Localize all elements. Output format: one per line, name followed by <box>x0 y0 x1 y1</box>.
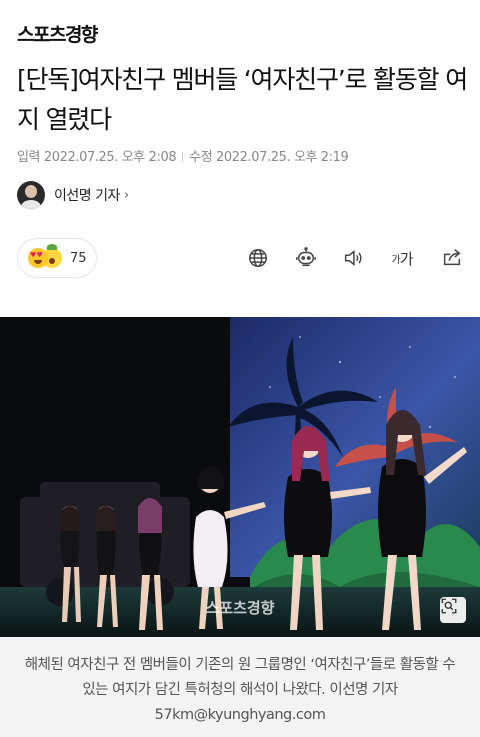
published-date: 입력 2022.07.25. 오후 2:08 <box>17 150 177 165</box>
reporter-name: 이선명 기자 <box>54 188 120 204</box>
globe-icon[interactable] <box>244 244 272 272</box>
article-dates: 입력 2022.07.25. 오후 2:08 수정 2022.07.25. 오후 … <box>17 146 349 165</box>
font-size-icon[interactable]: 가가 <box>387 244 417 272</box>
photo-caption: 해체된 여자친구 전 멤버들이 기존의 원 그룹명인 ‘여자친구’들로 활동할 … <box>0 637 480 737</box>
stage-scene: 스포츠경향 <box>0 317 480 637</box>
font-size-large-label: 가 <box>399 249 414 268</box>
robot-icon[interactable] <box>292 244 320 272</box>
chevron-right-icon: › <box>123 187 130 203</box>
font-size-small-label: 가 <box>391 254 400 266</box>
share-icon[interactable] <box>438 244 466 272</box>
heart-eyes-emoji <box>28 248 48 268</box>
zoom-icon[interactable] <box>440 597 466 623</box>
photo-watermark: 스포츠경향 <box>205 599 274 617</box>
article-title: [단독]여자친구 멤버들 ‘여자친구’로 활동할 여지 열렸다 <box>17 65 468 134</box>
date-divider <box>182 152 184 162</box>
speaker-icon[interactable] <box>339 244 367 272</box>
reporter-avatar <box>17 181 45 209</box>
modified-date: 수정 2022.07.25. 오후 2:19 <box>189 150 349 165</box>
site-logo[interactable]: 스포츠경향 <box>17 20 98 47</box>
reporter-link[interactable]: 이선명 기자 › <box>17 180 129 210</box>
article-photo[interactable]: 스포츠경향 <box>0 317 480 637</box>
article-toolbar: 가가 <box>0 244 480 272</box>
